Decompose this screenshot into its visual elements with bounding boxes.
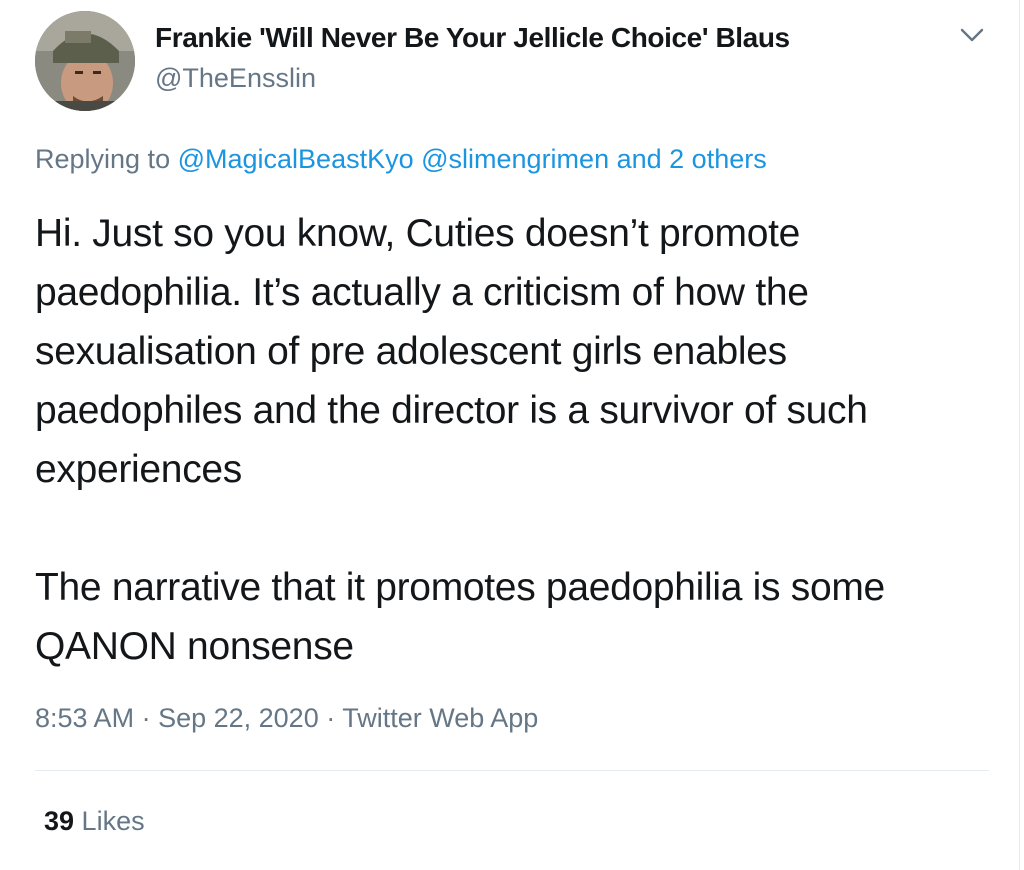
tweet-source[interactable]: Twitter Web App bbox=[342, 703, 538, 733]
user-avatar-icon bbox=[35, 11, 135, 111]
tweet-paragraph: Hi. Just so you know, Cuties doesn’t pro… bbox=[35, 212, 868, 491]
author-display-name[interactable]: Frankie 'Will Never Be Your Jellicle Cho… bbox=[155, 22, 790, 54]
mention-link[interactable]: @slimengrimen bbox=[421, 144, 609, 174]
tweet-metadata: 8:53 AM · Sep 22, 2020 · Twitter Web App bbox=[35, 703, 538, 734]
replying-to-prefix: Replying to bbox=[35, 144, 178, 174]
replying-to-line: Replying to @MagicalBeastKyo @slimengrim… bbox=[35, 144, 767, 175]
author-handle[interactable]: @TheEnsslin bbox=[155, 63, 316, 94]
likes-link[interactable]: 39 Likes bbox=[44, 806, 145, 837]
mention-link[interactable]: @MagicalBeastKyo bbox=[178, 144, 414, 174]
chevron-down-icon bbox=[960, 28, 984, 42]
tweet-date[interactable]: Sep 22, 2020 bbox=[158, 703, 319, 733]
likes-count: 39 bbox=[44, 806, 75, 836]
meta-separator: · bbox=[134, 703, 159, 733]
divider bbox=[35, 770, 989, 771]
likes-label: Likes bbox=[74, 806, 145, 836]
meta-separator: · bbox=[318, 703, 343, 733]
avatar[interactable] bbox=[35, 11, 135, 111]
tweet-time[interactable]: 8:53 AM bbox=[35, 703, 134, 733]
others-link[interactable]: and 2 others bbox=[617, 144, 767, 174]
tweet-text: Hi. Just so you know, Cuties doesn’t pro… bbox=[35, 204, 995, 676]
tweet-menu-button[interactable] bbox=[958, 24, 986, 46]
card-border bbox=[1019, 0, 1020, 870]
tweet-card: Frankie 'Will Never Be Your Jellicle Cho… bbox=[0, 0, 1024, 870]
tweet-paragraph: The narrative that it promotes paedophil… bbox=[35, 566, 885, 668]
